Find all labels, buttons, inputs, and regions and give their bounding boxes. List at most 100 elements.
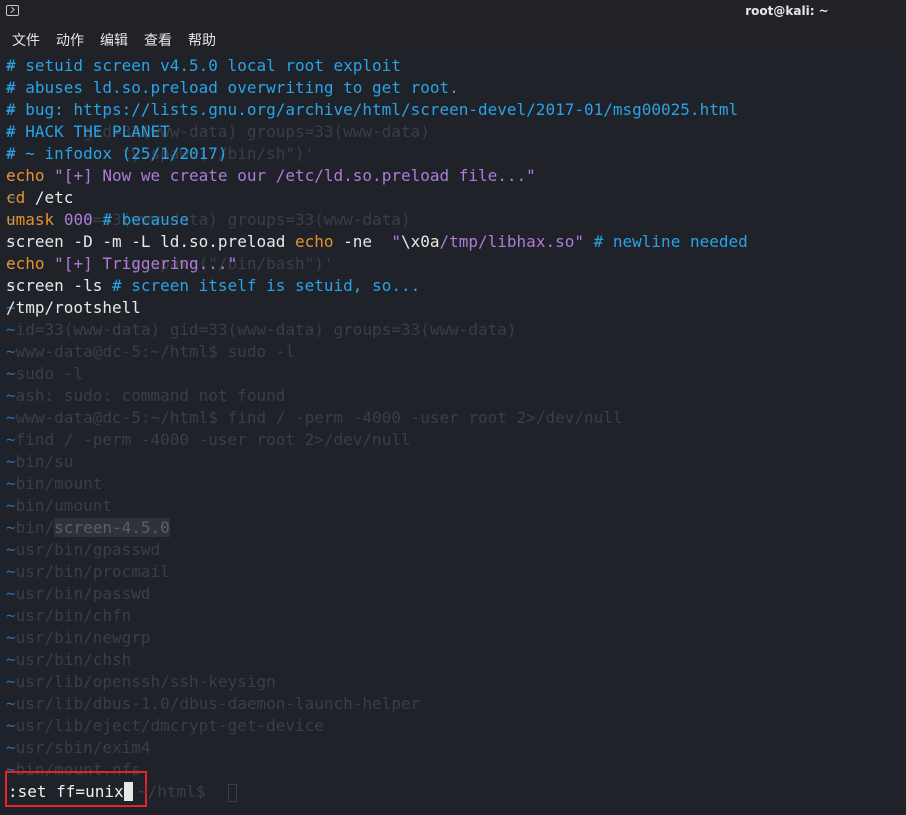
code-token: \x0a <box>400 232 440 251</box>
vim-tilde: ~ <box>6 518 16 537</box>
menu-bar: 文件 动作 编辑 查看 帮助 <box>0 25 906 53</box>
background-line: ~usr/sbin/exim4 <box>6 737 151 759</box>
background-line: ~bin/screen-4.5.0 <box>6 517 170 539</box>
script-line: screen -D -m -L ld.so.preload echo -ne "… <box>6 231 748 253</box>
title-bar: root@kali: ~ <box>0 0 906 26</box>
background-text: bin/ <box>15 518 55 537</box>
background-line: ~bin/su <box>6 451 73 473</box>
vim-tilde: ~ <box>6 430 16 449</box>
command-text: :set ff=unix <box>8 782 124 801</box>
code-token: # because <box>102 210 190 229</box>
vim-tilde: ~ <box>6 562 16 581</box>
background-line: ~usr/bin/newgrp <box>6 627 151 649</box>
background-text: www-data@dc-5:~/html$ sudo -l <box>15 342 295 361</box>
background-text: usr/sbin/exim4 <box>15 738 151 757</box>
menu-help[interactable]: 帮助 <box>188 30 216 50</box>
script-line: # bug: https://lists.gnu.org/archive/htm… <box>6 99 738 121</box>
vim-tilde: ~ <box>6 386 16 405</box>
code-token: " <box>391 232 401 251</box>
menu-view[interactable]: 查看 <box>144 30 172 50</box>
code-token: /tmp/rootshell <box>6 298 141 317</box>
script-line: # ~ infodox (25/1/2017) <box>6 143 228 165</box>
window-title: root@kali: ~ <box>745 4 829 18</box>
vim-tilde: ~ <box>6 408 16 427</box>
background-line: ~usr/bin/chsh <box>6 649 131 671</box>
code-token: /etc <box>25 188 74 207</box>
code-token: # HACK THE PLANET <box>6 122 170 141</box>
text-cursor <box>123 782 133 801</box>
background-line: ~bin/mount <box>6 473 102 495</box>
script-line: cd /etc <box>6 187 73 209</box>
highlighted-binary: screen-4.5.0 <box>54 518 170 537</box>
background-line: ~usr/bin/chfn <box>6 605 131 627</box>
vim-command-line[interactable]: :set ff=unix <box>8 781 133 803</box>
background-text: sudo -l <box>15 364 84 383</box>
background-text: ash: sudo: command not found <box>15 386 286 405</box>
background-line: ~usr/lib/openssh/ssh-keysign <box>6 671 276 693</box>
background-text: usr/bin/chsh <box>15 650 132 669</box>
script-line: # abuses ld.so.preload overwriting to ge… <box>6 77 459 99</box>
background-text: bin/mount <box>15 474 103 493</box>
code-token: # bug: https://lists.gnu.org/archive/htm… <box>6 100 739 119</box>
vim-tilde: ~ <box>6 320 16 339</box>
background-text: usr/bin/procmail <box>15 562 170 581</box>
background-text: bin/su <box>15 452 74 471</box>
vim-tilde: ~ <box>6 672 16 691</box>
script-line: /tmp/rootshell <box>6 297 141 319</box>
background-text: find / -perm -4000 -user root 2>/dev/nul… <box>15 430 411 449</box>
background-line: ~usr/bin/gpasswd <box>6 539 160 561</box>
code-token: echo <box>6 254 55 273</box>
code-token: -ne <box>333 232 392 251</box>
code-token: 000 <box>63 210 93 229</box>
background-line: ~ash: sudo: command not found <box>6 385 285 407</box>
background-text: bin/umount <box>15 496 112 515</box>
vim-tilde: ~ <box>6 694 16 713</box>
background-line: ~www-data@dc-5:~/html$ find / -perm -400… <box>6 407 623 429</box>
vim-tilde: ~ <box>6 650 16 669</box>
background-prompt: ~/html$ <box>138 782 206 801</box>
background-cursor <box>228 784 237 802</box>
vim-tilde: ~ <box>6 540 16 559</box>
background-text: id=33(www-data) gid=33(www-data) groups=… <box>15 320 517 339</box>
background-text: usr/lib/dbus-1.0/dbus-daemon-launch-help… <box>15 694 421 713</box>
code-token: screen -D -m -L ld.so.preload <box>6 232 295 251</box>
menu-file[interactable]: 文件 <box>12 30 40 50</box>
code-token: "[+] Triggering..." <box>54 254 238 273</box>
background-line: ~www-data@dc-5:~/html$ sudo -l <box>6 341 295 363</box>
background-text: usr/lib/openssh/ssh-keysign <box>15 672 276 691</box>
background-line: ~usr/bin/passwd <box>6 583 151 605</box>
code-token: # ~ infodox (25/1/2017) <box>6 144 228 163</box>
background-line: ~usr/lib/eject/dmcrypt-get-device <box>6 715 324 737</box>
menu-edit[interactable]: 编辑 <box>100 30 128 50</box>
vim-tilde: ~ <box>6 738 16 757</box>
background-text: usr/lib/eject/dmcrypt-get-device <box>15 716 324 735</box>
terminal-area[interactable]: ~ ~ ~ ~ gid=33(www-data) groups=33(www-data… <box>0 55 906 815</box>
code-token: echo <box>294 232 334 251</box>
script-line: # HACK THE PLANET <box>6 121 170 143</box>
background-line: ~sudo -l <box>6 363 83 385</box>
vim-tilde: ~ <box>6 452 16 471</box>
background-line: ~id=33(www-data) gid=33(www-data) groups… <box>6 319 517 341</box>
vim-tilde: ~ <box>6 364 16 383</box>
background-line: ~bin/umount <box>6 495 112 517</box>
code-token: /tmp/libhax.so" <box>439 232 584 251</box>
background-line: ~usr/bin/procmail <box>6 561 170 583</box>
code-token: echo <box>6 166 55 185</box>
background-line: ~usr/lib/dbus-1.0/dbus-daemon-launch-hel… <box>6 693 420 715</box>
code-token: # screen itself is setuid, so... <box>111 276 421 295</box>
script-line: umask 000 # because <box>6 209 189 231</box>
script-line: # setuid screen v4.5.0 local root exploi… <box>6 55 401 77</box>
vim-tilde: ~ <box>6 496 16 515</box>
background-text: usr/bin/newgrp <box>15 628 151 647</box>
script-line: echo "[+] Now we create our /etc/ld.so.p… <box>6 165 536 187</box>
vim-tilde: ~ <box>6 628 16 647</box>
code-token: umask <box>6 210 55 229</box>
vim-tilde: ~ <box>6 342 16 361</box>
menu-action[interactable]: 动作 <box>56 30 84 50</box>
script-line: screen -ls # screen itself is setuid, so… <box>6 275 420 297</box>
terminal-icon[interactable] <box>6 5 19 16</box>
vim-tilde: ~ <box>6 474 16 493</box>
